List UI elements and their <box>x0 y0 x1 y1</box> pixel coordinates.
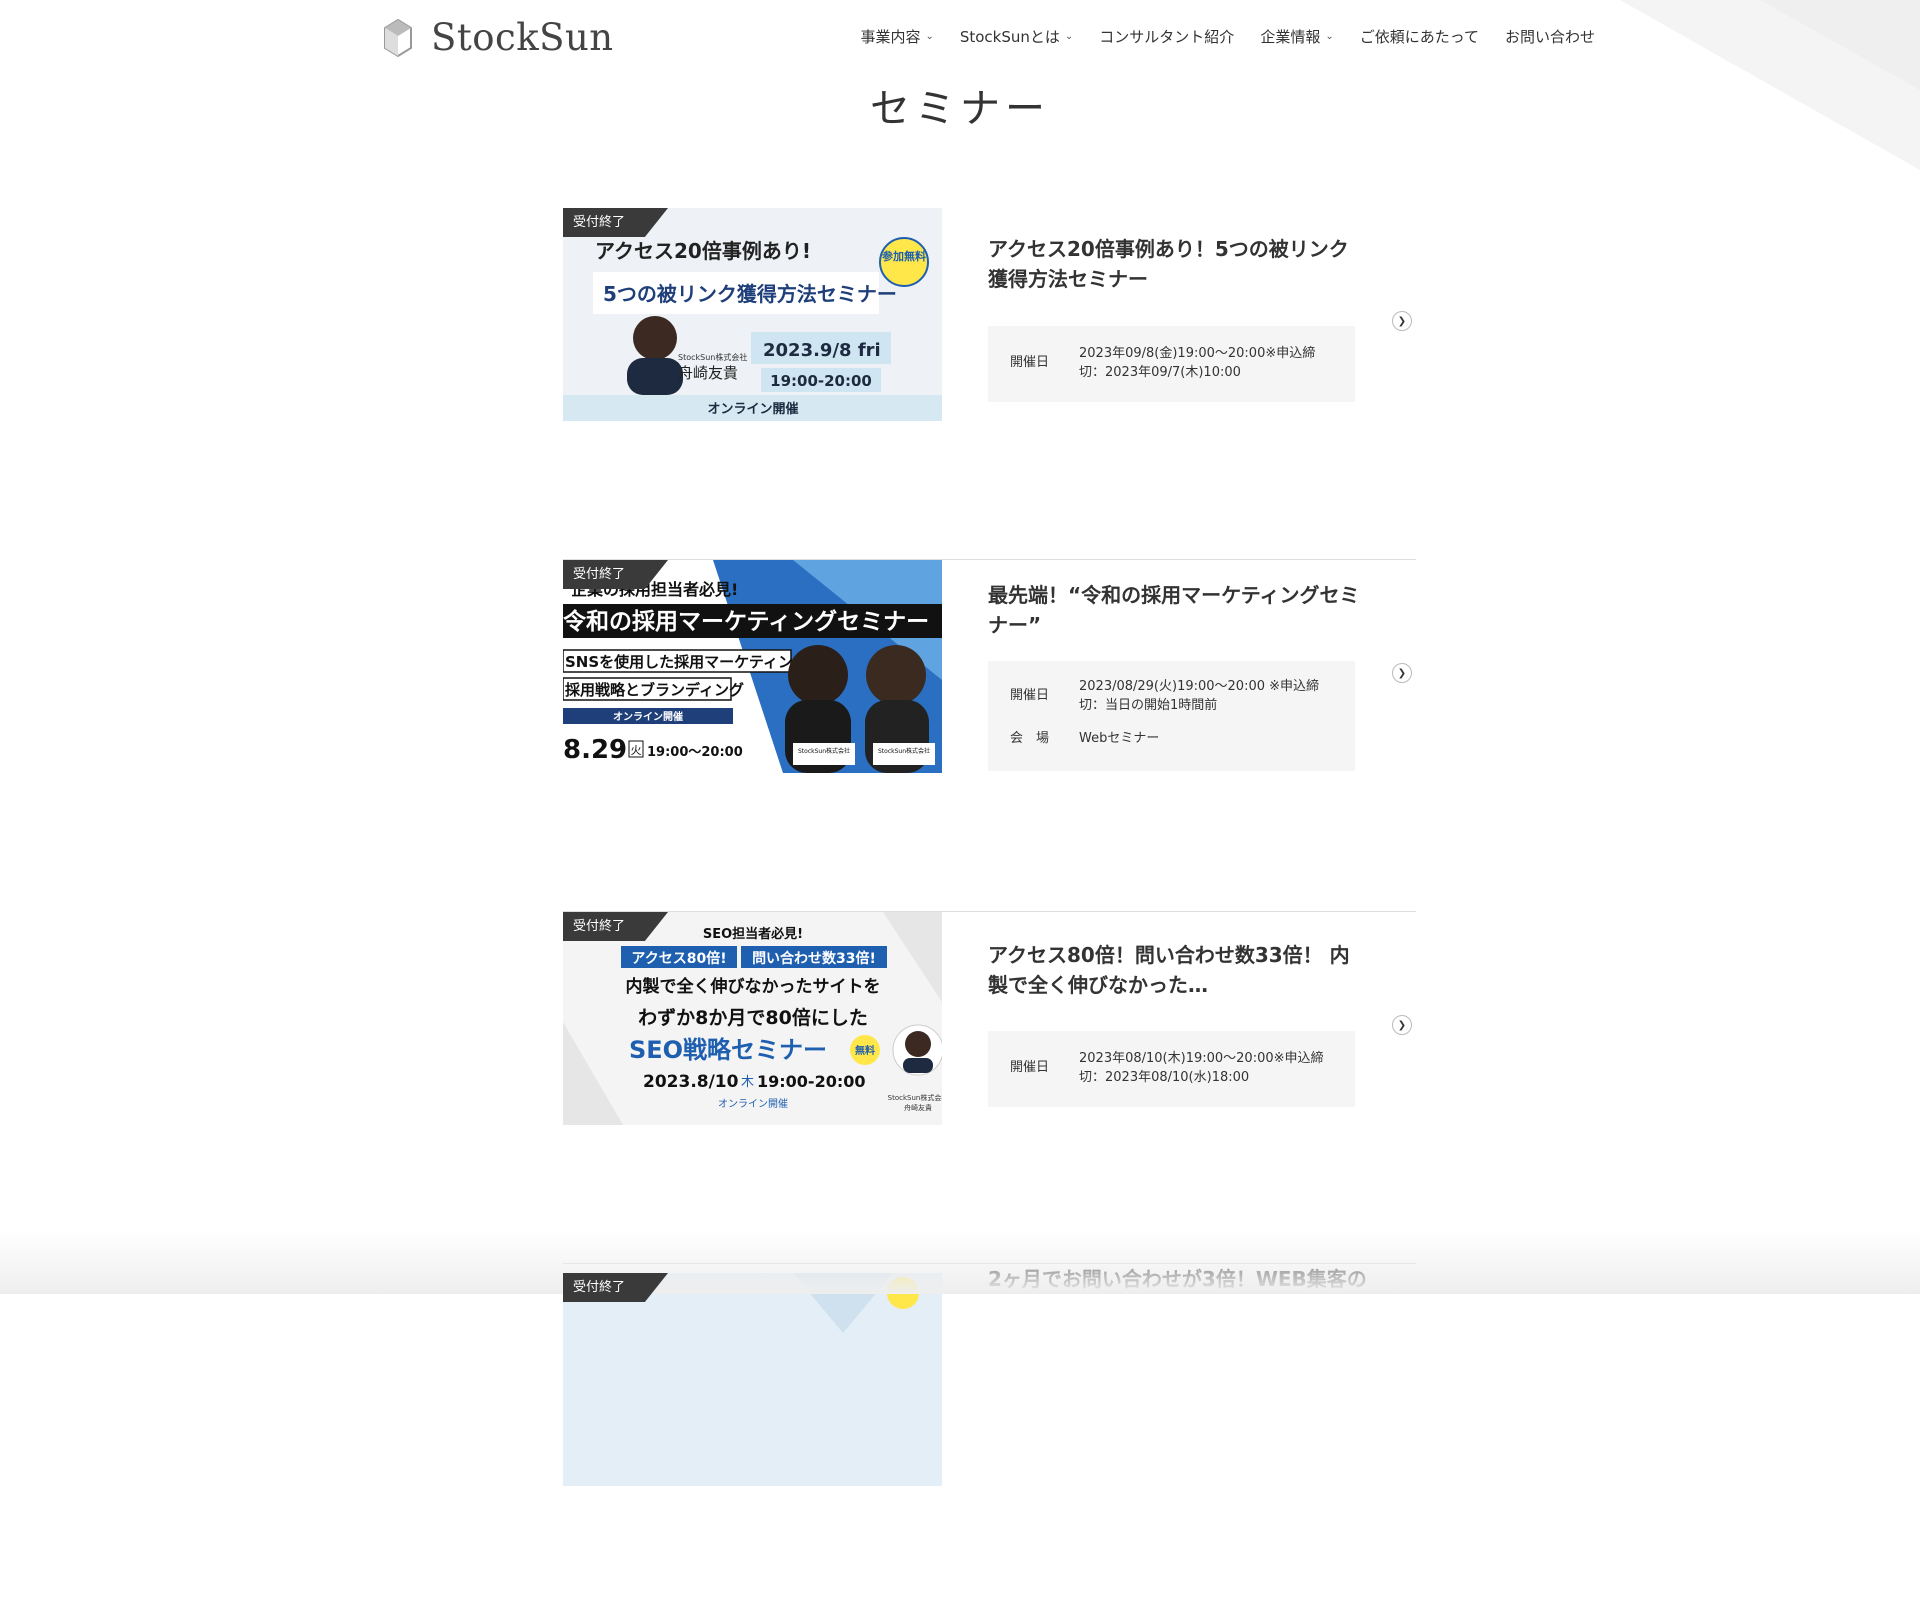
banner-company1: StockSun株式会社 <box>798 747 850 755</box>
seminar-card: アクセス20倍事例あり! 5つの被リンク獲得方法セミナー 参加無料 StockS… <box>563 208 1416 560</box>
seminar-card: 企業の採用担当者必見! 令和の採用マーケティングセミナー SNSを使用した採用マ… <box>563 560 1416 912</box>
banner-line2: わずか8か月で80倍にした <box>638 1006 868 1029</box>
seminar-thumbnail[interactable]: アクセス20倍事例あり! 5つの被リンク獲得方法セミナー 参加無料 StockS… <box>563 208 942 421</box>
banner-speaker: 舟崎友貴 <box>678 364 738 382</box>
banner-line3: SEO戦略セミナー <box>629 1036 827 1064</box>
meta-row: 開催日 2023年09/8(金)19:00〜20:00※申込締切：2023年09… <box>1010 344 1333 382</box>
banner-online: オンライン開催 <box>718 1097 788 1110</box>
logo[interactable]: StockSun <box>383 16 614 59</box>
banner-date: 2023.8/10 <box>643 1072 739 1092</box>
chevron-right-icon[interactable]: ❯ <box>1392 663 1412 683</box>
seminar-banner-image: アクセス20倍事例あり! 5つの被リンク獲得方法セミナー 参加無料 StockS… <box>563 208 942 421</box>
banner-time: 19:00-20:00 <box>770 372 872 390</box>
site-header: StockSun 事業内容 ⌄ StockSunとは ⌄ コンサルタント紹介 企… <box>0 0 1920 74</box>
banner-line3: 採用戦略とブランディング <box>565 681 744 699</box>
banner-line1: アクセス20倍事例あり! <box>595 239 811 263</box>
seminar-title[interactable]: 最先端！“令和の採用マーケティングセミナー” <box>988 580 1368 640</box>
meta-row: 開催日 2023年08/10(木)19:00〜20:00※申込締切：2023年0… <box>1010 1049 1333 1087</box>
seminar-list: アクセス20倍事例あり! 5つの被リンク獲得方法セミナー 参加無料 StockS… <box>563 208 1416 1615</box>
chevron-down-icon: ⌄ <box>925 31 934 42</box>
seminar-title[interactable]: アクセス20倍事例あり！5つの被リンク獲得方法セミナー <box>988 234 1368 294</box>
main-nav: 事業内容 ⌄ StockSunとは ⌄ コンサルタント紹介 企業情報 ⌄ ご依頼… <box>860 26 1595 47</box>
seminar-banner-image: SEO担当者必見! アクセス80倍! 問い合わせ数33倍! 内製で全く伸びなかっ… <box>563 912 942 1125</box>
meta-label: 開催日 <box>1010 688 1050 703</box>
logo-text: StockSun <box>431 16 614 59</box>
banner-online: オンライン開催 <box>613 710 683 723</box>
nav-item-consultants[interactable]: コンサルタント紹介 <box>1099 26 1234 47</box>
banner-time: 19:00〜20:00 <box>647 745 743 760</box>
meta-label: 会 場 <box>1010 731 1050 746</box>
chevron-down-icon: ⌄ <box>1325 31 1334 42</box>
seminar-meta: 開催日 2023/08/29(火)19:00〜20:00 ※申込締切：当日の開始… <box>988 661 1355 771</box>
chevron-right-icon[interactable]: ❯ <box>1392 1015 1412 1035</box>
banner-date: 8.29 <box>563 735 627 765</box>
meta-value: 2023年08/10(木)19:00〜20:00※申込締切：2023年08/10… <box>1079 1051 1324 1085</box>
meta-value: Webセミナー <box>1079 731 1160 746</box>
banner-badge: 参加無料 <box>882 249 926 263</box>
banner-speaker: 舟崎友貴 <box>904 1103 932 1112</box>
nav-item-request[interactable]: ご依頼にあたって <box>1360 26 1479 47</box>
meta-value: 2023年09/8(金)19:00〜20:00※申込締切：2023年09/7(木… <box>1079 346 1316 380</box>
seminar-banner-image: 企業の採用担当者必見! 令和の採用マーケティングセミナー SNSを使用した採用マ… <box>563 560 942 773</box>
nav-item-contact[interactable]: お問い合わせ <box>1505 26 1595 47</box>
meta-value: 2023/08/29(火)19:00〜20:00 ※申込締切：当日の開始1時間前 <box>1079 679 1320 713</box>
meta-row: 開催日 2023/08/29(火)19:00〜20:00 ※申込締切：当日の開始… <box>1010 677 1333 715</box>
nav-item-label: 企業情報 <box>1260 28 1321 46</box>
seminar-meta: 開催日 2023年09/8(金)19:00〜20:00※申込締切：2023年09… <box>988 326 1355 402</box>
banner-company: StockSun株式会社 <box>888 1093 942 1102</box>
chevron-down-icon: ⌄ <box>1064 31 1074 42</box>
meta-row: 会 場 Webセミナー <box>1010 729 1333 748</box>
banner-line2: 5つの被リンク獲得方法セミナー <box>603 282 897 306</box>
seminar-title[interactable]: アクセス80倍！問い合わせ数33倍！ 内製で全く伸びなかった… <box>988 940 1368 1000</box>
nav-item-label: 事業内容 <box>860 28 921 46</box>
banner-tag1: アクセス80倍! <box>631 950 726 967</box>
nav-item-services[interactable]: 事業内容 ⌄ <box>860 26 933 47</box>
banner-footer: オンライン開催 <box>707 401 798 417</box>
banner-time: 19:00-20:00 <box>757 1072 866 1091</box>
nav-item-label: ご依頼にあたって <box>1359 28 1479 46</box>
seminar-thumbnail[interactable]: 受付終了 <box>563 1273 942 1486</box>
banner-badge: 無料 <box>855 1044 875 1057</box>
meta-label: 開催日 <box>1010 355 1050 370</box>
seminar-card: SEO担当者必見! アクセス80倍! 問い合わせ数33倍! 内製で全く伸びなかっ… <box>563 912 1416 1264</box>
chevron-right-icon[interactable]: ❯ <box>1392 311 1412 331</box>
banner-dow: 木 <box>741 1075 754 1090</box>
banner-date: 2023.9/8 fri <box>763 340 881 361</box>
logo-mark-icon <box>384 18 412 57</box>
seminar-banner-image <box>563 1273 942 1486</box>
nav-item-label: StockSunとは <box>959 28 1060 46</box>
seminar-title[interactable]: 2ヶ月でお問い合わせが3倍！WEB集客の <box>988 1264 1368 1294</box>
banner-company2: StockSun株式会社 <box>878 747 930 755</box>
nav-item-label: コンサルタント紹介 <box>1099 28 1235 46</box>
banner-line1: 内製で全く伸びなかったサイトを <box>626 976 881 997</box>
seminar-card: 受付終了 2ヶ月でお問い合わせが3倍！WEB集客の <box>563 1264 1416 1615</box>
banner-line2: SNSを使用した採用マーケティング <box>565 653 808 671</box>
nav-item-company[interactable]: 企業情報 ⌄ <box>1260 26 1333 47</box>
banner-dow: 火 <box>631 744 642 757</box>
banner-line1: 令和の採用マーケティングセミナー <box>563 608 929 635</box>
nav-item-label: お問い合わせ <box>1504 28 1595 46</box>
seminar-thumbnail[interactable]: SEO担当者必見! アクセス80倍! 問い合わせ数33倍! 内製で全く伸びなかっ… <box>563 912 942 1125</box>
seminar-meta: 開催日 2023年08/10(木)19:00〜20:00※申込締切：2023年0… <box>988 1031 1355 1107</box>
banner-company: StockSun株式会社 <box>678 352 747 362</box>
seminar-thumbnail[interactable]: 企業の採用担当者必見! 令和の採用マーケティングセミナー SNSを使用した採用マ… <box>563 560 942 773</box>
banner-line0: SEO担当者必見! <box>703 926 803 942</box>
meta-label: 開催日 <box>1010 1060 1050 1075</box>
nav-item-about[interactable]: StockSunとは ⌄ <box>960 26 1073 47</box>
page-title: セミナー <box>870 86 1050 132</box>
banner-tag2: 問い合わせ数33倍! <box>752 950 876 967</box>
